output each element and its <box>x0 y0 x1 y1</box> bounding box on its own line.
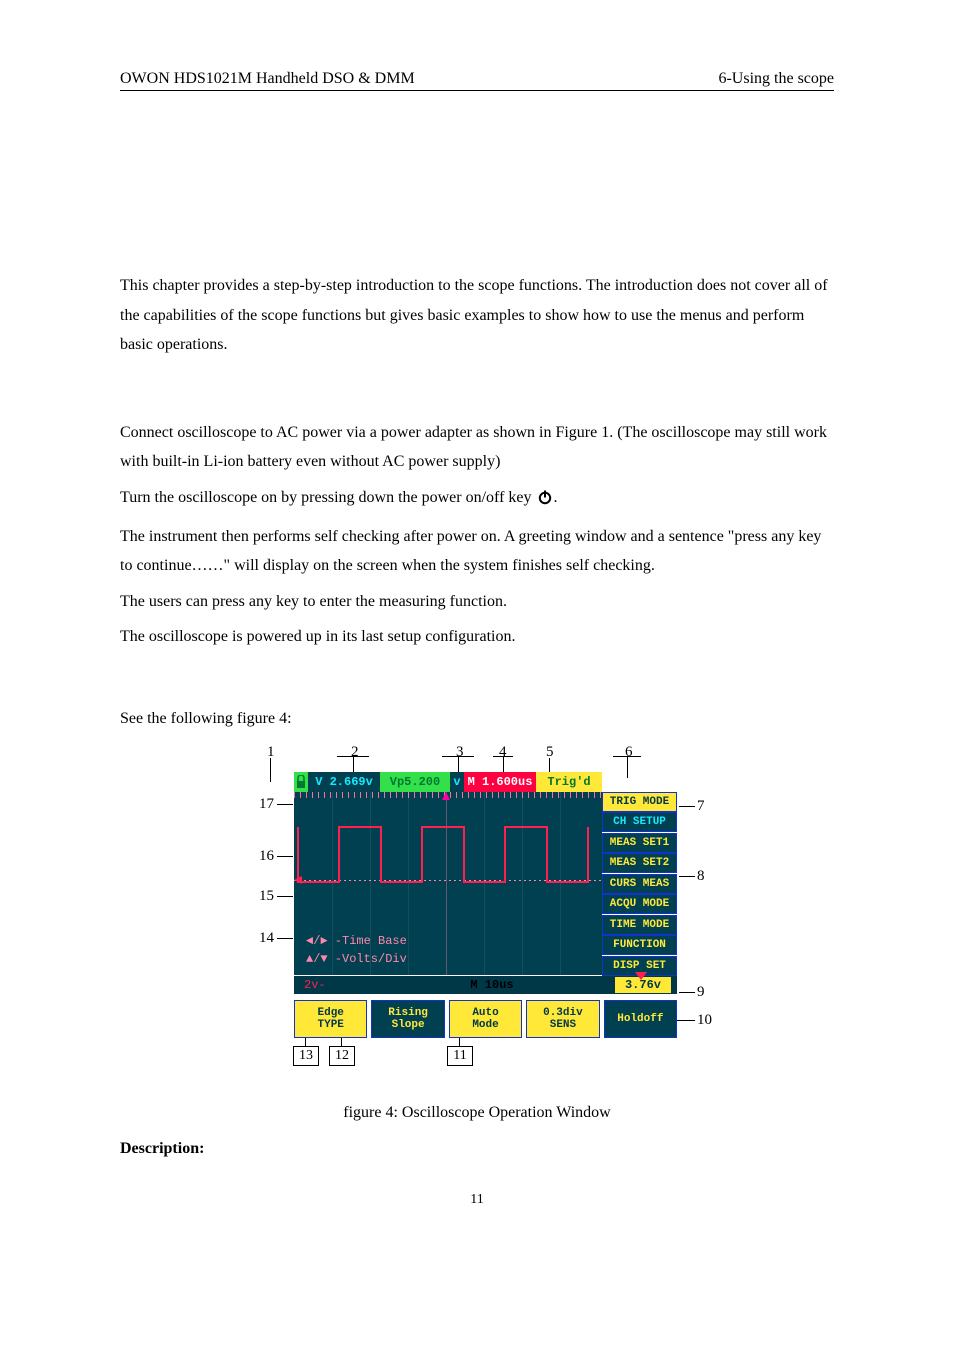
fb-sens: 0.3divSENS <box>526 1000 599 1038</box>
sp-curs-meas: CURS MEAS <box>602 874 677 894</box>
sp-meas-set1: MEAS SET1 <box>602 833 677 853</box>
scope-sidepanel: TRIG MODE CH SETUP MEAS SET1 MEAS SET2 C… <box>602 792 677 977</box>
hint-timebase: ◄/► -Time Base <box>306 934 407 948</box>
callout-15: 15 <box>259 888 274 905</box>
description-label: Description: <box>120 1140 834 1158</box>
scope-footbar1: 2v- M 10us 3.76v <box>294 976 677 994</box>
callout-14: 14 <box>259 930 274 947</box>
foot1-left: 2v- <box>294 978 374 992</box>
topbar-v-value: V 2.669v <box>308 772 380 792</box>
callout-7: 7 <box>697 798 705 815</box>
header-right: 6-Using the scope <box>718 70 834 88</box>
foot1-mid: M 10us <box>452 978 532 992</box>
sec61-p2b: . <box>554 489 558 506</box>
topbar-timebase: M 1.600us <box>464 772 536 792</box>
sec61-p2: Turn the oscilloscope on by pressing dow… <box>120 483 834 516</box>
power-icon <box>537 486 553 516</box>
fb-rising: RisingSlope <box>371 1000 444 1038</box>
callout-17: 17 <box>259 796 274 813</box>
scope-footbar2: EdgeTYPE RisingSlope AutoMode 0.3divSENS… <box>294 1000 677 1038</box>
hint-voltsdiv: ▲/▼ -Volts/Div <box>306 952 407 966</box>
page-number: 11 <box>120 1192 834 1208</box>
sec62-lead: See the following figure 4: <box>120 704 834 734</box>
sp-meas-set2: MEAS SET2 <box>602 853 677 873</box>
fb-holdoff: Holdoff <box>604 1000 677 1038</box>
sec61-p4: The users can press any key to enter the… <box>120 587 834 617</box>
sp-function: FUNCTION <box>602 935 677 955</box>
oscilloscope-figure: 1 2 3 4 5 6 V 2.669v Vp5.200 v M 1.600us <box>237 744 717 1082</box>
callout-9: 9 <box>697 984 705 1001</box>
sec61-p1: Connect oscilloscope to AC power via a p… <box>120 418 834 477</box>
fb-edge: EdgeTYPE <box>294 1000 367 1038</box>
topbar-trig-status: Trig'd <box>536 772 602 792</box>
scope-grid: ◄/► -Time Base ▲/▼ -Volts/Div <box>294 792 602 975</box>
sp-acqu-mode: ACQU MODE <box>602 894 677 914</box>
topbar-vp-value: Vp5.200 <box>380 772 450 792</box>
sp-trig-mode: TRIG MODE <box>602 792 677 812</box>
box-12: 12 <box>329 1046 355 1066</box>
figure-caption: figure 4: Oscilloscope Operation Window <box>120 1104 834 1122</box>
header-left: OWON HDS1021M Handheld DSO & DMM <box>120 70 415 88</box>
fb-auto: AutoMode <box>449 1000 522 1038</box>
callout-10: 10 <box>697 1012 712 1029</box>
page-header: OWON HDS1021M Handheld DSO & DMM 6-Using… <box>120 70 834 91</box>
scope-topbar: V 2.669v Vp5.200 v M 1.600us Trig'd <box>294 772 602 792</box>
box-11: 11 <box>447 1046 473 1066</box>
sec61-p5: The oscilloscope is powered up in its la… <box>120 622 834 652</box>
topbar-lock-icon <box>294 772 308 792</box>
callout-16: 16 <box>259 848 274 865</box>
chapter-intro: This chapter provides a step-by-step int… <box>120 271 834 360</box>
sp-time-mode: TIME MODE <box>602 915 677 935</box>
topbar-v-unit: v <box>450 772 464 792</box>
sec61-p2a: Turn the oscilloscope on by pressing dow… <box>120 489 532 506</box>
box-13: 13 <box>293 1046 319 1066</box>
sp-ch-setup: CH SETUP <box>602 812 677 832</box>
callout-8: 8 <box>697 868 705 885</box>
sec61-p3: The instrument then performs self checki… <box>120 522 834 581</box>
